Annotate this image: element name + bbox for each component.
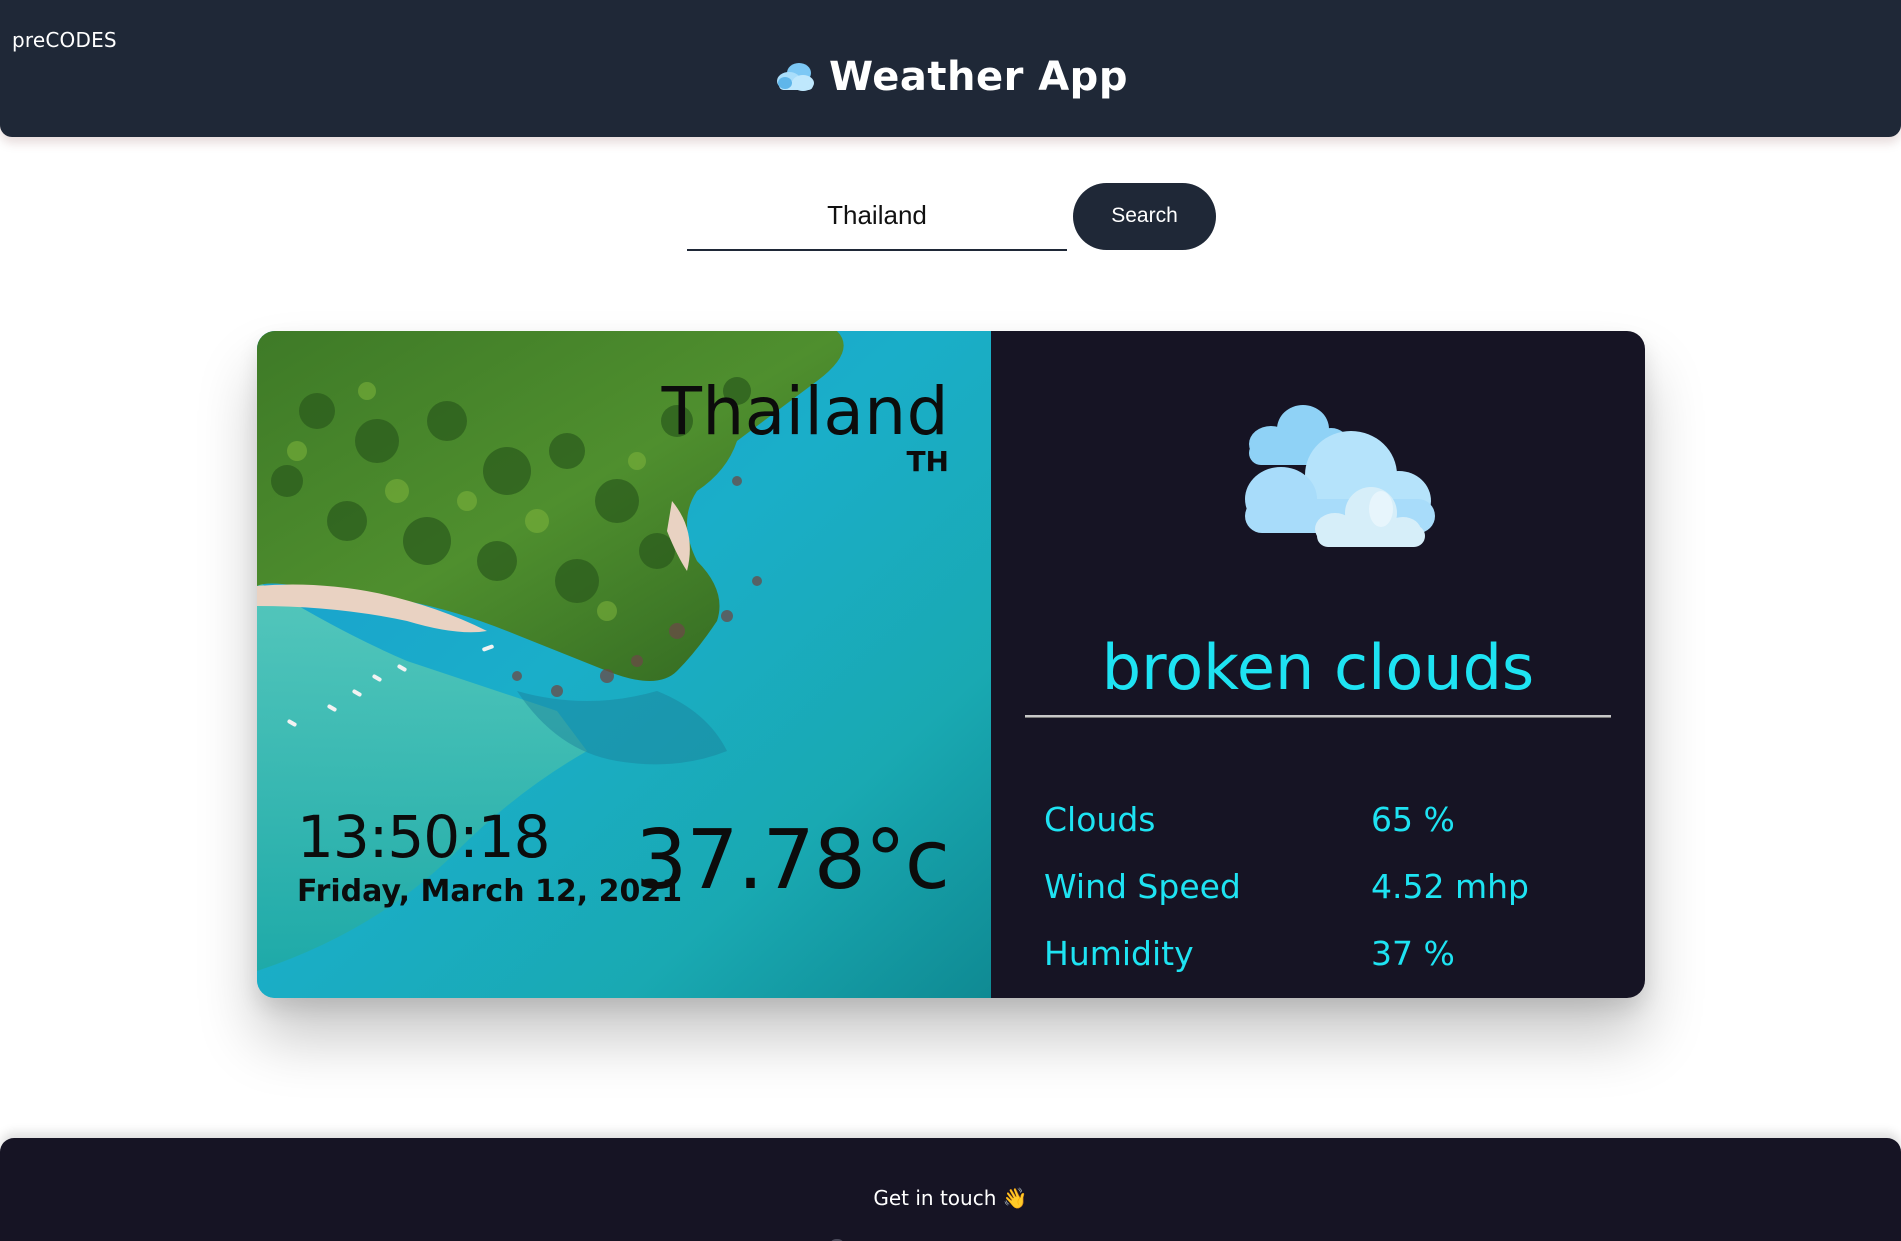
stat-row-clouds: Clouds 65 %	[1044, 786, 1604, 853]
stat-label: Wind Speed	[1044, 867, 1241, 906]
stat-label: Clouds	[1044, 800, 1156, 839]
country-code: TH	[906, 445, 949, 478]
app-title-text: Weather App	[829, 54, 1128, 100]
temperature-unit: °c	[864, 813, 950, 908]
broken-clouds-icon	[1245, 405, 1435, 547]
local-time: 13:50:18	[297, 803, 550, 871]
brand-logo-text[interactable]: preCODES	[12, 28, 117, 52]
stat-value: 37 %	[1371, 934, 1455, 973]
get-in-touch-text: Get in touch 👋	[873, 1186, 1028, 1210]
cloud-icon	[777, 63, 815, 91]
divider	[1025, 715, 1611, 718]
search-bar: Search	[687, 181, 1216, 251]
weather-description: broken clouds	[1101, 631, 1535, 704]
temperature-display: 37.78°c	[635, 813, 950, 908]
page: preCODES Weather App Search	[0, 0, 1901, 1241]
app-header: preCODES Weather App	[0, 0, 1901, 137]
city-search-input[interactable]	[687, 181, 1067, 251]
location-photo-panel: Thailand TH 13:50:18 Friday, March 12, 2…	[257, 331, 991, 998]
city-name: Thailand	[661, 373, 949, 450]
stat-label: Humidity	[1044, 934, 1194, 973]
stat-value: 65 %	[1371, 800, 1455, 839]
search-button[interactable]: Search	[1073, 182, 1216, 250]
app-title: Weather App	[0, 54, 1901, 100]
stat-value: 4.52 mhp	[1371, 867, 1529, 906]
temperature-value: 37.78	[635, 813, 866, 908]
weather-stats: Clouds 65 % Wind Speed 4.52 mhp Humidity…	[1044, 786, 1604, 987]
page-footer: Get in touch 👋	[0, 1138, 1901, 1241]
stat-row-wind-speed: Wind Speed 4.52 mhp	[1044, 853, 1604, 920]
stat-row-humidity: Humidity 37 %	[1044, 920, 1604, 987]
weather-card: Thailand TH 13:50:18 Friday, March 12, 2…	[257, 331, 1645, 998]
weather-info-panel: broken clouds Clouds 65 % Wind Speed 4.5…	[991, 331, 1645, 998]
local-date: Friday, March 12, 2021	[297, 874, 683, 909]
